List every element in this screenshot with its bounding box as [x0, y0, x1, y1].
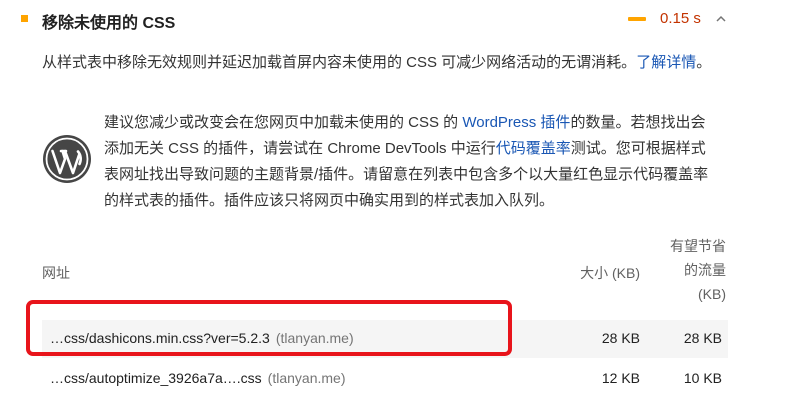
audit-description: 从样式表中移除无效规则并延迟加载首屏内容未使用的 CSS 可减少网络活动的无谓消…	[42, 50, 722, 76]
resource-host: (tlanyan.me)	[267, 370, 346, 386]
savings-value: 0.15 s	[660, 10, 701, 27]
description-text: 从样式表中移除无效规则并延迟加载首屏内容未使用的 CSS 可减少网络活动的无谓消…	[42, 54, 637, 71]
resource-url[interactable]: …css/dashicons.min.css?ver=5.2.3	[50, 330, 270, 346]
stack-text-part-1: 建议您减少或改变会在您网页中加载未使用的 CSS 的	[104, 114, 463, 131]
table-row: …css/autoptimize_3926a7a….css (tlanyan.me…	[42, 360, 728, 398]
resource-url[interactable]: …css/autoptimize_3926a7a….css	[50, 370, 262, 386]
url-cell[interactable]: …css/autoptimize_3926a7a….css (tlanyan.me…	[50, 370, 345, 386]
chevron-up-icon[interactable]	[716, 14, 726, 24]
status-indicator	[21, 15, 28, 22]
column-header-url: 网址	[42, 265, 70, 281]
stack-pack-text: 建议您减少或改变会在您网页中加载未使用的 CSS 的 WordPress 插件的…	[104, 110, 714, 214]
table-row: …css/dashicons.min.css?ver=5.2.3 (tlanyan…	[42, 320, 728, 358]
resource-host: (tlanyan.me)	[275, 330, 354, 346]
size-cell: 12 KB	[601, 370, 640, 386]
learn-more-link[interactable]: 了解详情	[636, 54, 696, 71]
audit-header[interactable]: 移除未使用的 CSS 0.15 s	[0, 0, 799, 40]
savings-header-line-2: 的流量	[684, 262, 726, 278]
wordpress-plugins-link[interactable]: WordPress 插件	[462, 114, 570, 131]
url-cell[interactable]: …css/dashicons.min.css?ver=5.2.3 (tlanyan…	[50, 330, 354, 346]
savings-header-line-3: (KB)	[698, 286, 726, 302]
savings-cell: 10 KB	[683, 370, 722, 386]
code-coverage-link[interactable]: 代码覆盖率	[496, 140, 571, 157]
savings-header-line-1: 有望节省	[670, 238, 726, 254]
column-header-size: 大小 (KB)	[580, 265, 640, 281]
audit-title: 移除未使用的 CSS	[42, 15, 176, 32]
column-header-savings: 有望节省 的流量 (KB)	[646, 234, 726, 306]
savings-cell: 28 KB	[683, 330, 722, 346]
wordpress-icon	[43, 135, 91, 183]
size-cell: 28 KB	[601, 330, 640, 346]
savings-bar	[628, 17, 646, 21]
description-tail: 。	[696, 54, 712, 71]
